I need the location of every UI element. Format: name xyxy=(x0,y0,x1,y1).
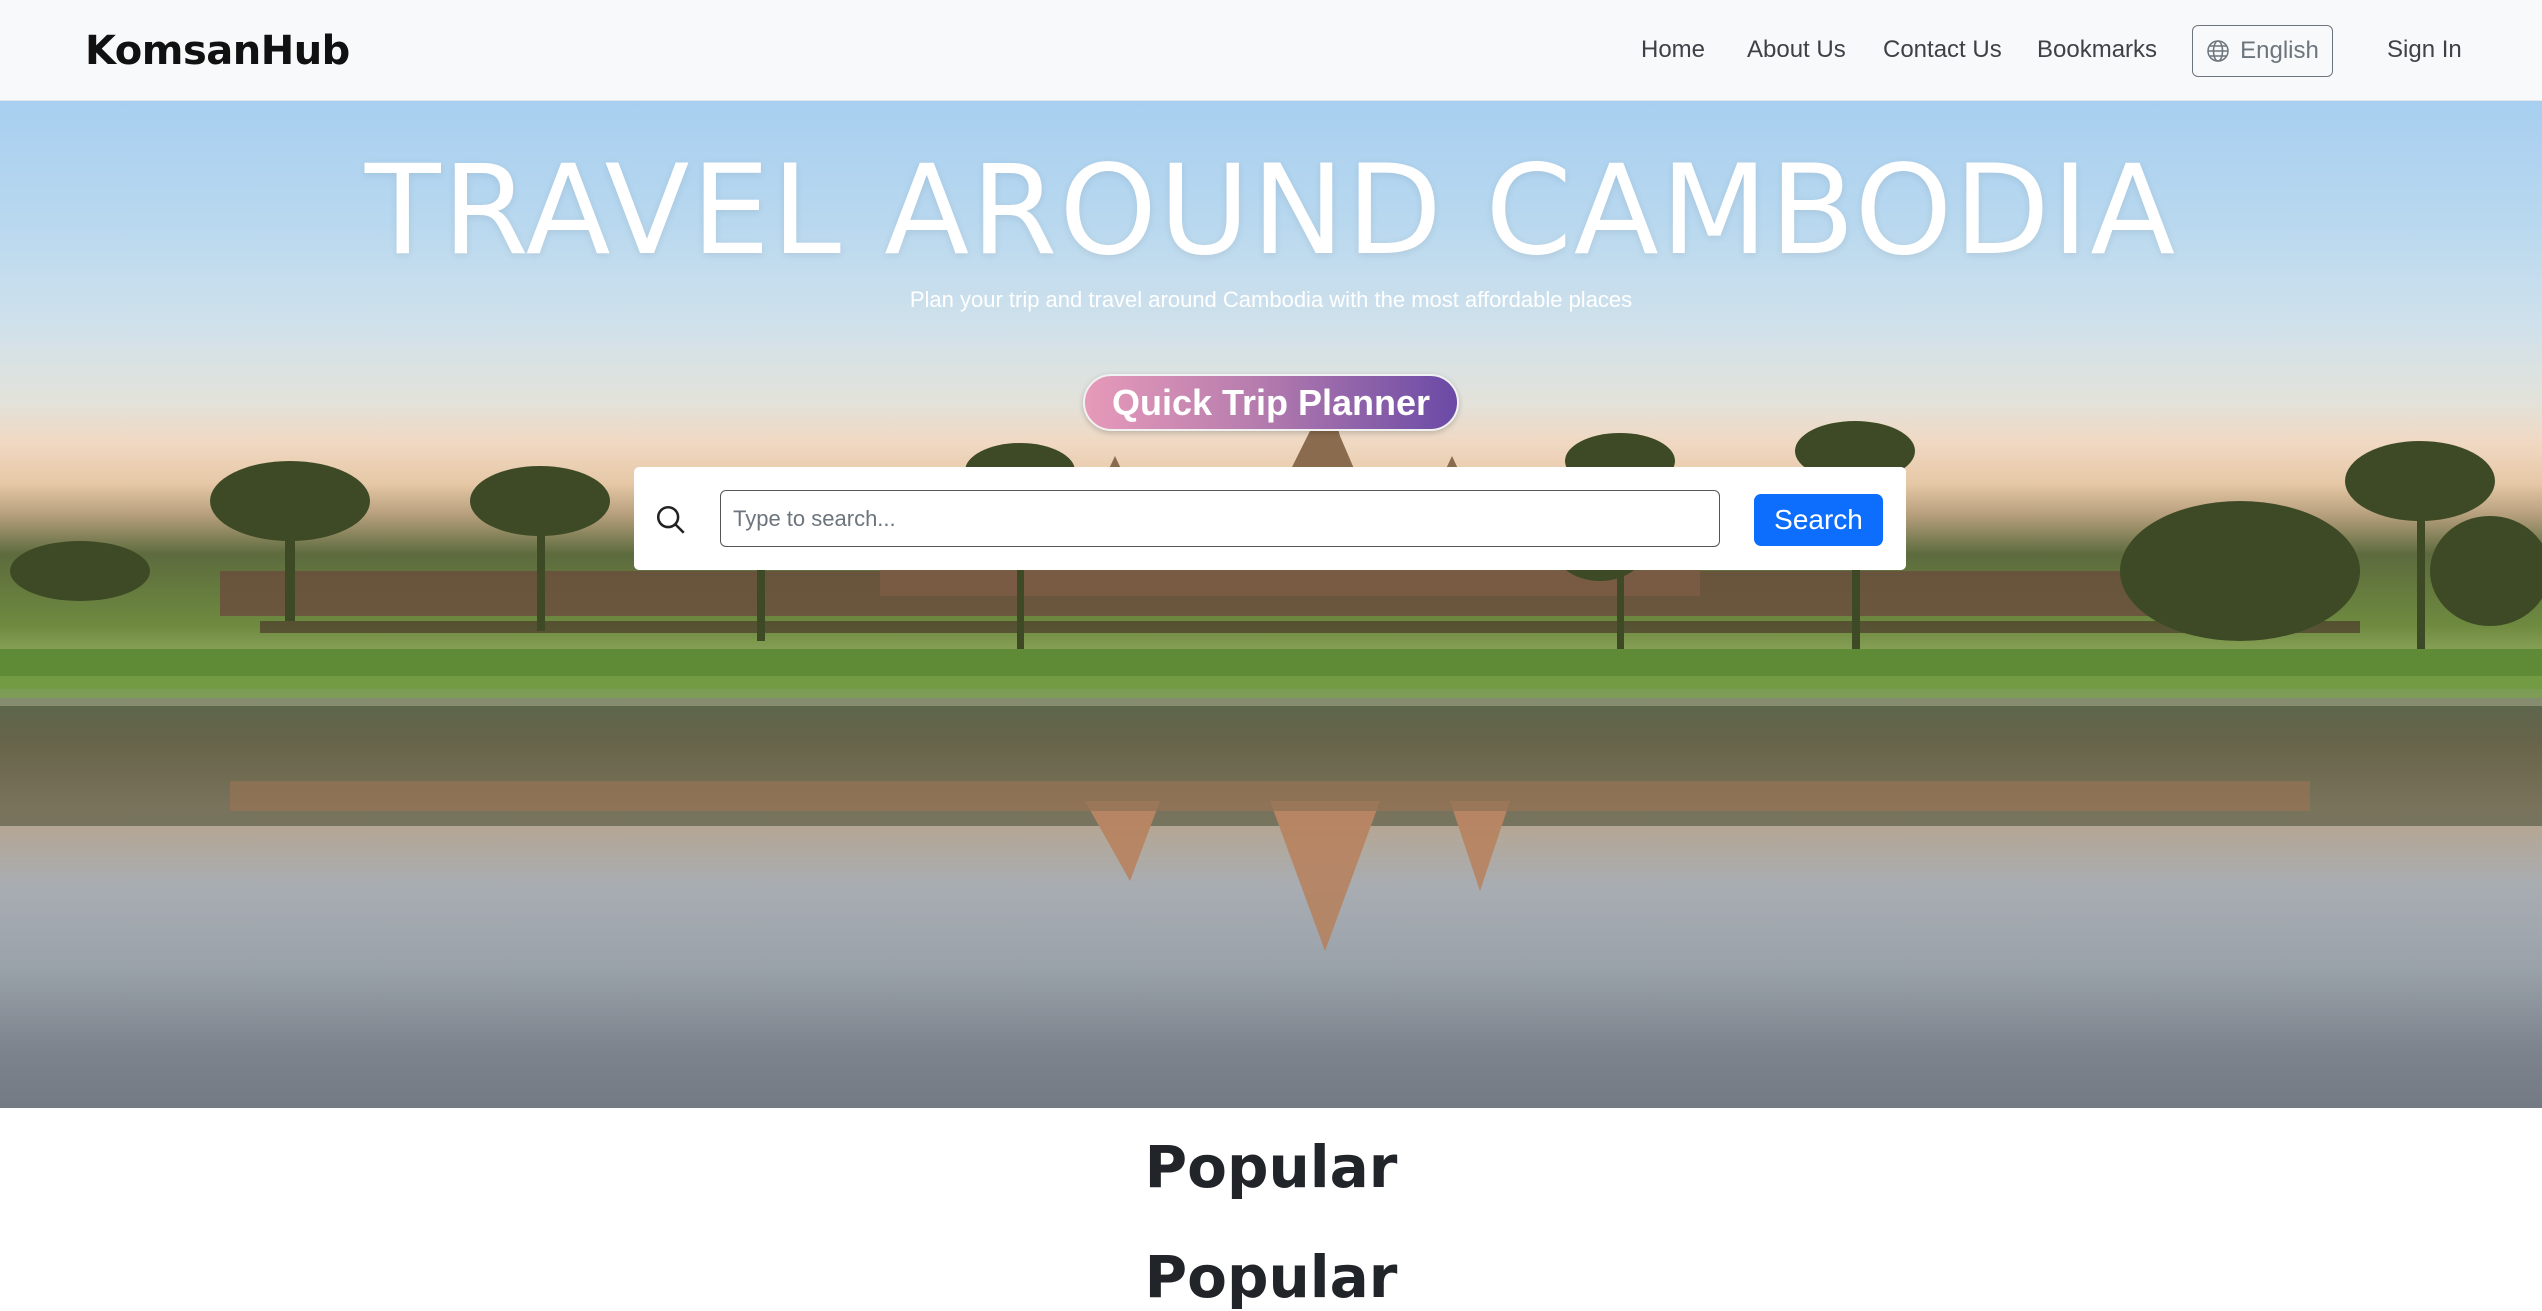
next-section-title: Popular xyxy=(1144,1243,1398,1311)
language-button[interactable]: English xyxy=(2192,25,2333,77)
search-input[interactable] xyxy=(720,490,1720,547)
nav-about-link[interactable]: About Us xyxy=(1747,36,1846,64)
hero-subtitle: Plan your trip and travel around Cambodi… xyxy=(909,287,1633,312)
language-label: English xyxy=(2240,37,2319,64)
nav-home-link[interactable]: Home xyxy=(1641,36,1705,64)
search-panel: Search xyxy=(634,467,1906,570)
search-icon xyxy=(656,505,685,534)
hero-title: TRAVEL AROUND CAMBODIA xyxy=(364,139,2178,283)
nav-bookmarks-link[interactable]: Bookmarks xyxy=(2037,36,2157,64)
top-navbar: KomsanHub Home About Us Contact Us Bookm… xyxy=(0,0,2542,101)
sign-in-link[interactable]: Sign In xyxy=(2387,36,2462,64)
hero-banner: TRAVEL AROUND CAMBODIA Plan your trip an… xyxy=(0,101,2542,1108)
search-button[interactable]: Search xyxy=(1754,494,1883,546)
brand-logo[interactable]: KomsanHub xyxy=(85,28,350,74)
globe-icon xyxy=(2207,40,2229,62)
quick-trip-planner-button[interactable]: Quick Trip Planner xyxy=(1083,374,1459,431)
nav-contact-link[interactable]: Contact Us xyxy=(1883,36,2002,64)
popular-section-title: Popular xyxy=(1144,1133,1398,1201)
